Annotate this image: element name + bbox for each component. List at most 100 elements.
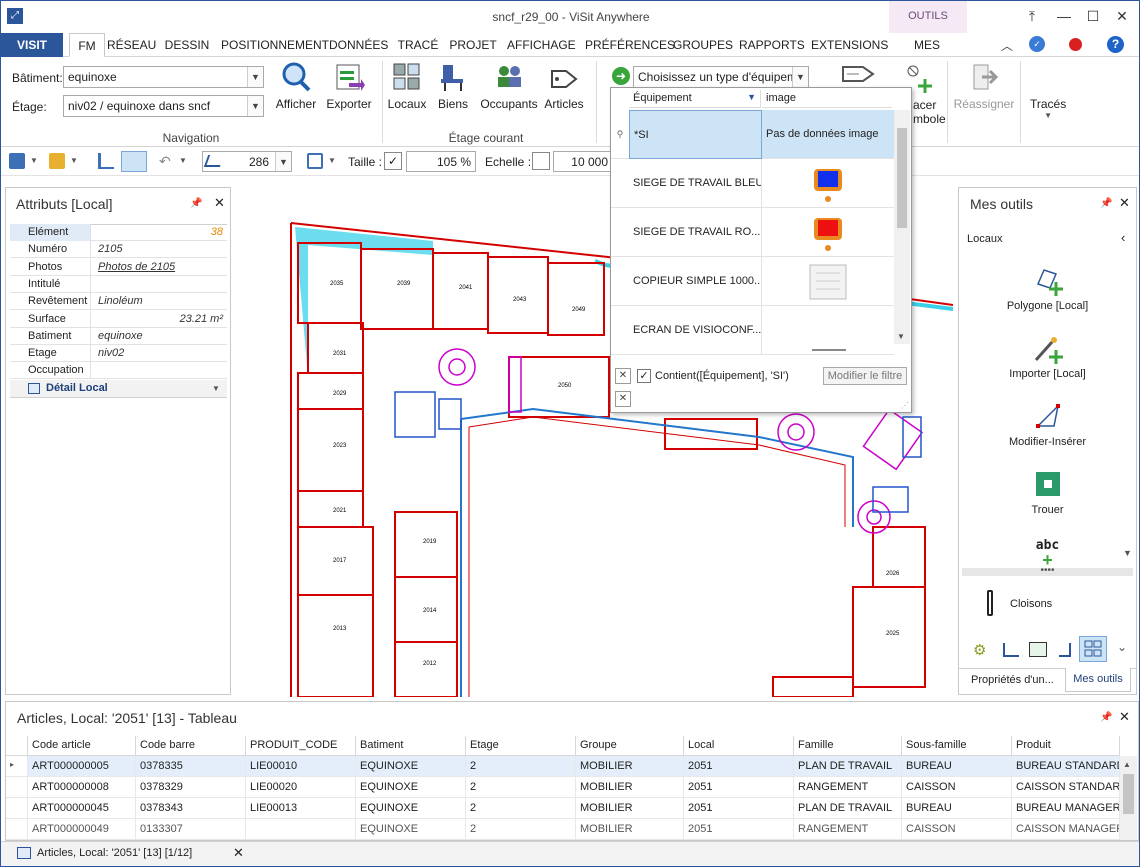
- table-cell[interactable]: CAISSON: [902, 819, 1012, 840]
- table-cell[interactable]: 0378343: [136, 798, 246, 819]
- close-icon[interactable]: ✕: [1119, 709, 1130, 725]
- attribute-row[interactable]: Photos Photos de 2105: [10, 258, 227, 276]
- column-header[interactable]: Produit: [1012, 736, 1120, 756]
- tab-preferences[interactable]: PRÉFÉRENCES: [585, 33, 675, 57]
- table-cell[interactable]: [246, 819, 356, 840]
- locaux-button[interactable]: Locaux: [387, 61, 427, 111]
- attribute-row[interactable]: Batiment equinoxe: [10, 327, 227, 345]
- chevron-down-icon[interactable]: ▼: [30, 156, 38, 165]
- etage-select[interactable]: niv02 / equinoxe dans sncf ▼: [63, 95, 264, 117]
- modifier-inserer-tool[interactable]: Modifier-Insérer: [959, 402, 1136, 448]
- chevron-down-icon[interactable]: ▼: [247, 96, 263, 116]
- equipment-name-cell[interactable]: ECRAN DE VISIOCONF...: [629, 306, 762, 355]
- table-cell[interactable]: RANGEMENT: [794, 777, 902, 798]
- echelle-checkbox[interactable]: [532, 152, 550, 170]
- tab-rapports[interactable]: RAPPORTS: [739, 33, 805, 57]
- table-cell[interactable]: RANGEMENT: [794, 819, 902, 840]
- attribute-value[interactable]: 23.21 m²: [92, 311, 227, 328]
- furniture-icon[interactable]: [1003, 643, 1019, 657]
- table-cell[interactable]: PLAN DE TRAVAIL: [794, 756, 902, 777]
- table-cell[interactable]: CAISSON STANDARD: [1012, 777, 1120, 798]
- table-cell[interactable]: MOBILIER: [576, 819, 684, 840]
- chair-icon[interactable]: [1059, 643, 1071, 657]
- table-cell[interactable]: CAISSON MANAGER: [1012, 819, 1120, 840]
- snapshot-icon[interactable]: [307, 153, 323, 169]
- table-cell[interactable]: BUREAU: [902, 756, 1012, 777]
- tab-visit[interactable]: VISIT: [1, 33, 63, 57]
- room-number-label[interactable]: 2043: [513, 297, 527, 303]
- chevron-down-icon[interactable]: ⌄: [1117, 640, 1127, 654]
- placer-symbole-label[interactable]: acer mbole: [913, 98, 946, 126]
- equipment-type-select[interactable]: Choisissez un type d'équipem... ▼: [633, 66, 809, 88]
- tab-positionnement[interactable]: POSITIONNEMENT: [221, 33, 329, 57]
- table-cell[interactable]: EQUINOXE: [356, 798, 466, 819]
- resize-grip-icon[interactable]: ⋰: [901, 401, 909, 410]
- reassigner-button[interactable]: Réassigner: [953, 61, 1015, 111]
- table-cell[interactable]: MOBILIER: [576, 777, 684, 798]
- table-cell[interactable]: 2051: [684, 798, 794, 819]
- table-cell[interactable]: PLAN DE TRAVAIL: [794, 798, 902, 819]
- room-number-label[interactable]: 2023: [333, 443, 347, 449]
- table-cell[interactable]: ART000000005: [28, 756, 136, 777]
- save-icon[interactable]: [9, 153, 25, 169]
- image-column-header[interactable]: image: [762, 90, 892, 108]
- splitter-grip[interactable]: ••••: [962, 566, 1133, 576]
- table-cell[interactable]: 0378329: [136, 777, 246, 798]
- status-tab-label[interactable]: Articles, Local: '2051' [13] [1/12]: [37, 847, 192, 859]
- column-header[interactable]: Code barre: [136, 736, 246, 756]
- scroll-up-icon[interactable]: ▲: [1123, 760, 1131, 769]
- trouer-tool[interactable]: Trouer: [959, 470, 1136, 516]
- table-cell[interactable]: BUREAU STANDARD: [1012, 756, 1120, 777]
- room-number-label[interactable]: 2035: [330, 281, 344, 287]
- tab-reseau[interactable]: RÉSEAU: [107, 33, 156, 57]
- traces-dropdown[interactable]: Tracés ▼: [1030, 97, 1066, 120]
- room-number-label[interactable]: 2013: [333, 626, 347, 632]
- equipment-image-cell[interactable]: [762, 208, 894, 257]
- undo-icon[interactable]: ↶: [159, 153, 171, 170]
- popup-scrollbar-thumb[interactable]: [897, 128, 907, 228]
- batiment-select[interactable]: equinoxe ▼: [63, 66, 264, 88]
- taille-checkbox[interactable]: ✓: [384, 152, 402, 170]
- tab-proprietes[interactable]: Propriétés d'un...: [971, 674, 1054, 686]
- attribute-row[interactable]: Occupation: [10, 362, 227, 380]
- pin-icon[interactable]: 📌: [190, 198, 202, 209]
- room-number-label[interactable]: 2050: [558, 383, 572, 389]
- equipment-image-cell[interactable]: Pas de données image: [762, 110, 894, 159]
- chevron-down-icon[interactable]: ▼: [179, 156, 187, 165]
- minimize-button[interactable]: —: [1053, 6, 1075, 26]
- column-header[interactable]: Groupe: [576, 736, 684, 756]
- table-cell[interactable]: EQUINOXE: [356, 819, 466, 840]
- table-cell[interactable]: 2051: [684, 777, 794, 798]
- polygone-local-tool[interactable]: Polygone [Local]: [959, 266, 1136, 312]
- tab-affichage[interactable]: AFFICHAGE: [507, 33, 576, 57]
- tab-trace[interactable]: TRACÉ: [395, 33, 441, 57]
- close-icon[interactable]: ✕: [233, 845, 244, 861]
- gear-icon[interactable]: ⚙: [973, 641, 986, 659]
- tab-mes-outils[interactable]: MES OUTILS: [891, 33, 963, 76]
- pin-icon[interactable]: 📌: [1100, 712, 1112, 723]
- tab-mes-outils-panel[interactable]: Mes outils: [1065, 668, 1131, 692]
- collapse-ribbon-icon[interactable]: ︿: [1001, 37, 1013, 54]
- table-cell[interactable]: ART000000008: [28, 777, 136, 798]
- table-cell[interactable]: 2: [466, 819, 576, 840]
- status-dot-icon[interactable]: [1069, 38, 1082, 51]
- attribute-value[interactable]: 38: [92, 224, 227, 241]
- chevron-down-icon[interactable]: ▼: [212, 384, 220, 393]
- attribute-row[interactable]: Surface 23.21 m²: [10, 310, 227, 328]
- room-number-label[interactable]: 2026: [886, 571, 900, 577]
- table-cell[interactable]: 2051: [684, 819, 794, 840]
- table-cell[interactable]: 0133307: [136, 819, 246, 840]
- equipement-column-header[interactable]: Équipement ▼: [629, 90, 761, 108]
- biens-button[interactable]: Biens: [435, 61, 471, 111]
- modify-filter-button[interactable]: Modifier le filtre: [823, 367, 907, 385]
- importer-local-tool[interactable]: Importer [Local]: [959, 334, 1136, 380]
- room-number-label[interactable]: 2031: [333, 351, 347, 357]
- room-number-label[interactable]: 2041: [459, 285, 473, 291]
- tab-projet[interactable]: PROJET: [449, 33, 497, 57]
- taille-input[interactable]: 105 %: [406, 151, 476, 172]
- filter-checkbox[interactable]: ✓: [637, 369, 651, 383]
- attribute-row[interactable]: Numéro 2105: [10, 241, 227, 259]
- table-cell[interactable]: ART000000049: [28, 819, 136, 840]
- table-cell[interactable]: 2051: [684, 756, 794, 777]
- row-selector[interactable]: [6, 819, 28, 840]
